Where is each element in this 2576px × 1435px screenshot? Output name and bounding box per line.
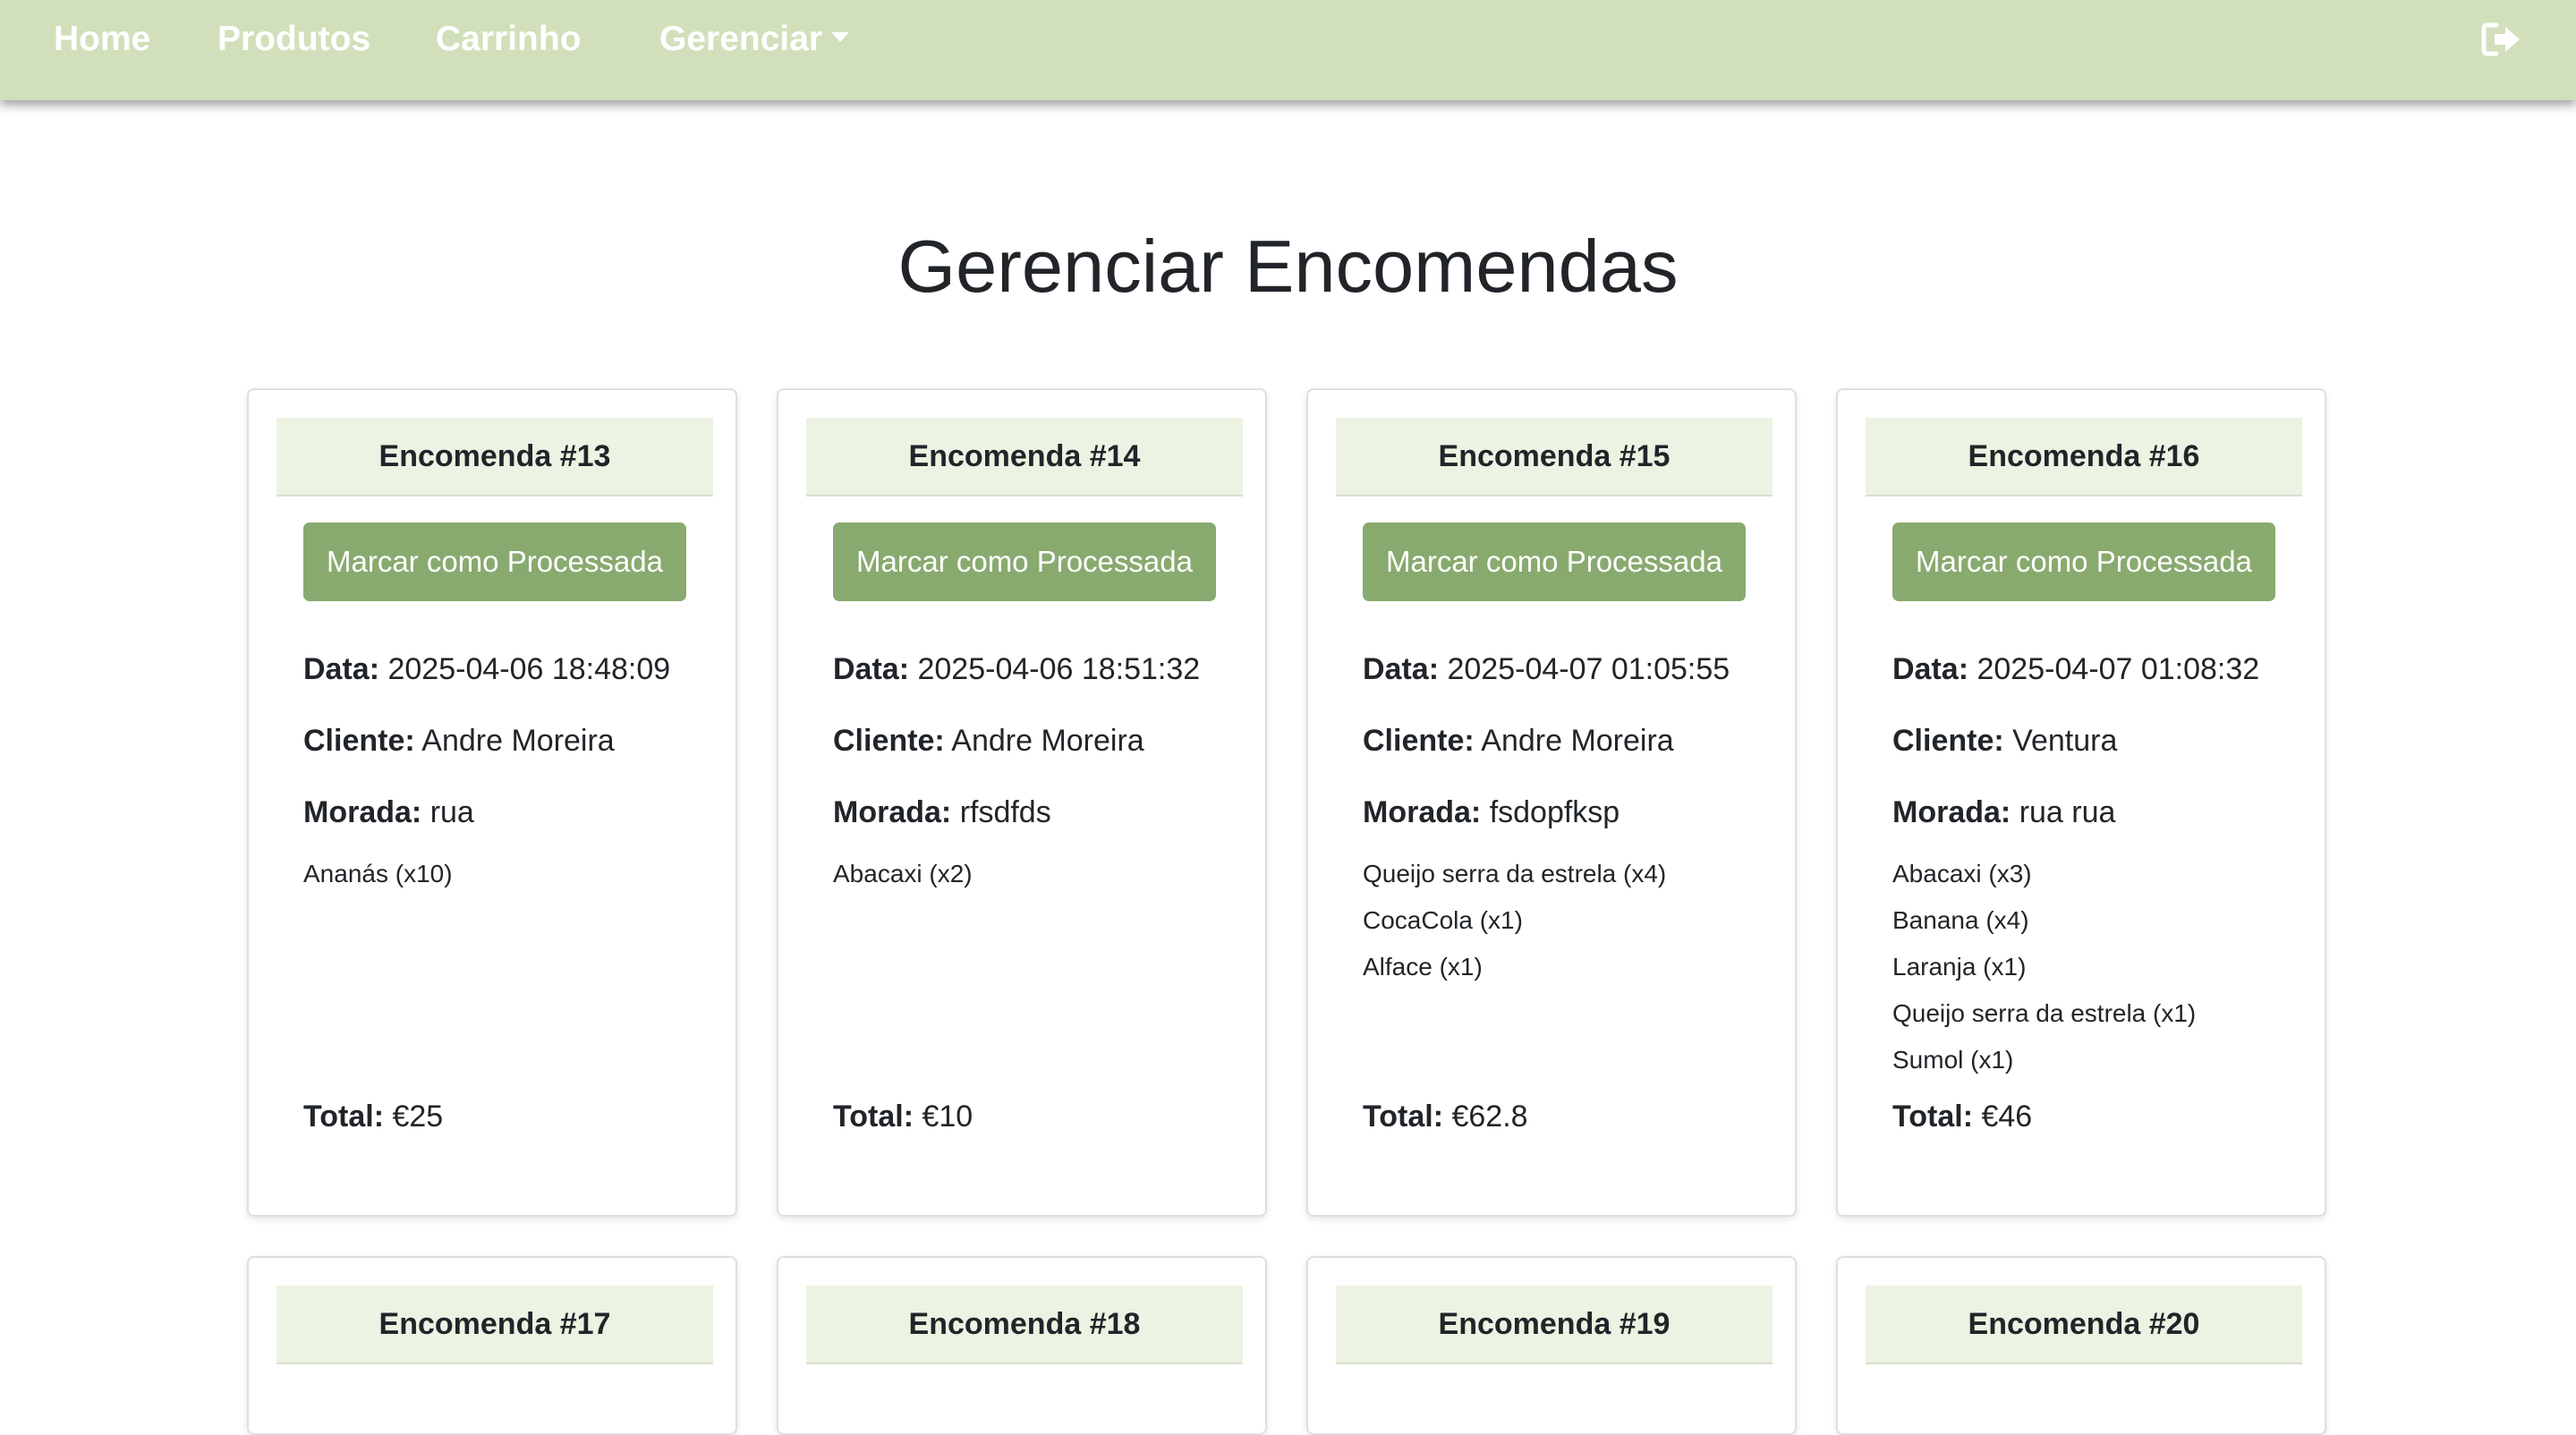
order-item: Queijo serra da estrela (x4) [1363, 860, 1667, 887]
order-item: Queijo serra da estrela (x1) [1892, 999, 2197, 1027]
order-date-value: 2025-04-07 01:08:32 [1977, 652, 2260, 686]
order-item: Abacaxi (x3) [1892, 860, 2032, 887]
order-client-label: Cliente: [1892, 724, 2004, 758]
order-address-label: Morada: [1892, 795, 2011, 829]
order-date-value: 2025-04-06 18:51:32 [917, 652, 1201, 686]
order-total-field: Total: €10 [833, 1099, 973, 1134]
order-address-value: rua rua [2019, 795, 2116, 829]
order-card: Encomenda #20 [1836, 1256, 2326, 1435]
order-date-field: Data: 2025-04-06 18:51:32 [833, 651, 1200, 687]
order-date-label: Data: [303, 652, 380, 686]
order-items-list: Ananás (x10) [303, 851, 453, 897]
order-item: CocaCola (x1) [1363, 906, 1523, 934]
order-item: Ananás (x10) [303, 860, 453, 887]
order-item: Sumol (x1) [1892, 1046, 2014, 1074]
order-date-label: Data: [1892, 652, 1969, 686]
order-total-value: €46 [1981, 1100, 2033, 1134]
order-items-list: Queijo serra da estrela (x4) CocaCola (x1… [1363, 851, 1666, 990]
order-item: Alface (x1) [1363, 953, 1483, 981]
order-address-value: rua [429, 795, 474, 829]
order-card: Encomenda #14 Marcar como Processada Data:… [777, 388, 1267, 1217]
order-items-list: Abacaxi (x2) [833, 851, 973, 897]
nav-produtos-link[interactable]: Produtos [217, 18, 370, 61]
order-total-field: Total: €62.8 [1363, 1099, 1528, 1134]
order-address-label: Morada: [1363, 795, 1482, 829]
mark-processed-button[interactable]: Marcar como Processada [1363, 522, 1746, 601]
order-address-label: Morada: [303, 795, 422, 829]
order-total-label: Total: [833, 1100, 914, 1134]
mark-processed-button[interactable]: Marcar como Processada [833, 522, 1216, 601]
order-client-value: Andre Moreira [421, 724, 615, 758]
order-date-field: Data: 2025-04-07 01:08:32 [1892, 651, 2259, 687]
order-date-label: Data: [1363, 652, 1440, 686]
order-card-title: Encomenda #16 [1866, 418, 2302, 497]
order-client-value: Andre Moreira [1481, 724, 1674, 758]
order-address-field: Morada: rfsdfds [833, 794, 1051, 830]
sign-out-icon[interactable] [2480, 21, 2523, 57]
order-card: Encomenda #16 Marcar como Processada Data:… [1836, 388, 2326, 1217]
order-card-title: Encomenda #18 [806, 1286, 1243, 1364]
order-total-value: €25 [392, 1100, 444, 1134]
page-title: Gerenciar Encomendas [897, 225, 1679, 308]
order-client-label: Cliente: [833, 724, 945, 758]
order-client-label: Cliente: [303, 724, 415, 758]
order-card: Encomenda #18 [777, 1256, 1267, 1435]
order-address-field: Morada: rua rua [1892, 794, 2115, 830]
order-total-field: Total: €46 [1892, 1099, 2032, 1134]
order-client-field: Cliente: Andre Moreira [1363, 723, 1674, 759]
order-total-label: Total: [303, 1100, 385, 1134]
order-client-field: Cliente: Ventura [1892, 723, 2117, 759]
order-card: Encomenda #13 Marcar como Processada Data:… [247, 388, 737, 1217]
order-total-field: Total: €25 [303, 1099, 443, 1134]
nav-home-link[interactable]: Home [54, 18, 150, 61]
order-address-value: fsdopfksp [1489, 795, 1620, 829]
order-total-value: €62.8 [1451, 1100, 1528, 1134]
order-card-title: Encomenda #14 [806, 418, 1243, 497]
order-date-value: 2025-04-07 01:05:55 [1447, 652, 1730, 686]
top-navbar: Home Produtos Carrinho Gerenciar [0, 0, 2576, 100]
order-date-field: Data: 2025-04-06 18:48:09 [303, 651, 670, 687]
order-item: Laranja (x1) [1892, 953, 2027, 981]
order-address-label: Morada: [833, 795, 952, 829]
order-date-value: 2025-04-06 18:48:09 [387, 652, 671, 686]
order-client-label: Cliente: [1363, 724, 1475, 758]
order-item: Abacaxi (x2) [833, 860, 973, 887]
order-card-title: Encomenda #13 [276, 418, 713, 497]
order-total-label: Total: [1363, 1100, 1444, 1134]
nav-carrinho-link[interactable]: Carrinho [436, 18, 582, 61]
nav-gerenciar-dropdown[interactable]: Gerenciar [659, 18, 850, 61]
order-items-list: Abacaxi (x3) Banana (x4) Laranja (x1) Queij… [1892, 851, 2196, 1083]
order-client-field: Cliente: Andre Moreira [303, 723, 615, 759]
order-card: Encomenda #19 [1306, 1256, 1797, 1435]
order-date-label: Data: [833, 652, 910, 686]
nav-gerenciar-label: Gerenciar [659, 20, 823, 58]
order-card: Encomenda #17 [247, 1256, 737, 1435]
order-address-value: rfsdfds [959, 795, 1051, 829]
order-total-label: Total: [1892, 1100, 1974, 1134]
mark-processed-button[interactable]: Marcar como Processada [303, 522, 686, 601]
order-card-title: Encomenda #20 [1866, 1286, 2302, 1364]
order-card-title: Encomenda #17 [276, 1286, 713, 1364]
order-card: Encomenda #15 Marcar como Processada Data:… [1306, 388, 1797, 1217]
order-client-field: Cliente: Andre Moreira [833, 723, 1144, 759]
order-card-title: Encomenda #15 [1336, 418, 1773, 497]
order-date-field: Data: 2025-04-07 01:05:55 [1363, 651, 1730, 687]
order-card-title: Encomenda #19 [1336, 1286, 1773, 1364]
order-total-value: €10 [922, 1100, 973, 1134]
order-item: Banana (x4) [1892, 906, 2029, 934]
order-client-value: Andre Moreira [951, 724, 1144, 758]
order-client-value: Ventura [2012, 724, 2118, 758]
order-address-field: Morada: rua [303, 794, 474, 830]
caret-down-icon [831, 32, 850, 43]
mark-processed-button[interactable]: Marcar como Processada [1892, 522, 2275, 601]
order-address-field: Morada: fsdopfksp [1363, 794, 1620, 830]
